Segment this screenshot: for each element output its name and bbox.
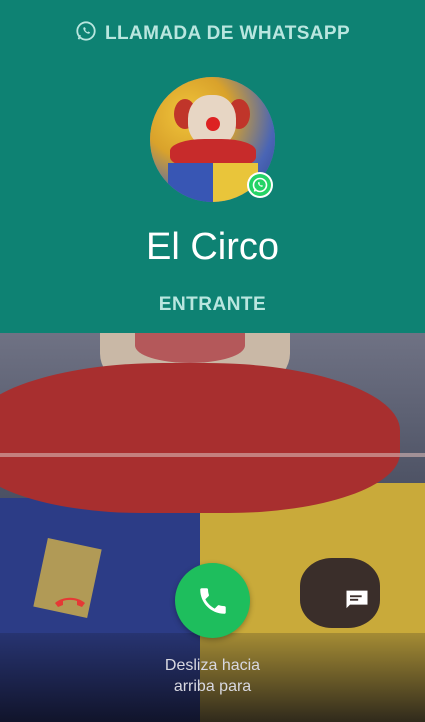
call-header: LLAMADA DE WHATSAPP El Circo ENTRANTE [0, 0, 425, 333]
message-icon [346, 590, 368, 609]
swipe-hint-line-1: Desliza hacia [164, 657, 261, 674]
contact-name: El Circo [145, 226, 280, 268]
call-type-label: LLAMADA DE WHATSAPP [0, 20, 425, 48]
swipe-hint-line-2: arriba para [173, 678, 252, 695]
accept-call-button[interactable] [175, 563, 250, 638]
swipe-hint: Desliza hacia arriba para [0, 655, 425, 697]
call-status: ENTRANTE [158, 294, 267, 315]
call-type-text: LLAMADA DE WHATSAPP [104, 23, 351, 44]
whatsapp-icon [75, 20, 97, 48]
decline-call-button[interactable] [50, 582, 90, 622]
whatsapp-badge-icon [247, 172, 273, 198]
phone-icon [199, 587, 226, 614]
reply-message-button[interactable] [337, 580, 377, 620]
phone-hangup-icon [55, 597, 85, 607]
